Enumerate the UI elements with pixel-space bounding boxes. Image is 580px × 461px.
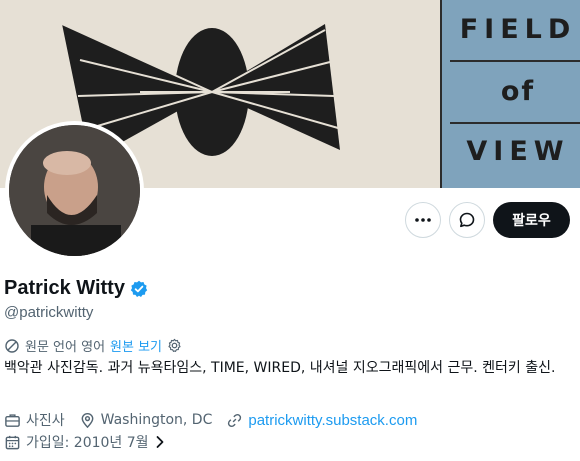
follow-button[interactable]: 팔로우	[493, 202, 570, 238]
join-date-text: 가입일: 2010년 7월	[26, 435, 149, 451]
profession-text: 사진사	[26, 413, 65, 429]
profile-handle: @patrickwitty	[4, 304, 94, 321]
view-original-link[interactable]: 원본 보기	[110, 336, 162, 355]
book-cover: FIELD of VIEW	[440, 0, 580, 188]
avatar[interactable]	[5, 121, 144, 260]
profile-name-row: Patrick Witty	[4, 277, 148, 300]
more-button[interactable]	[405, 202, 441, 238]
profile-meta: 사진사 Washington, DC patrickwitty.substack…	[4, 410, 431, 430]
profession: 사진사	[4, 410, 65, 430]
website[interactable]: patrickwitty.substack.com	[226, 412, 417, 429]
briefcase-icon	[4, 412, 21, 429]
location-pin-icon	[79, 412, 96, 429]
book-title-line2: of	[500, 76, 536, 107]
profile-bio: 백악관 사진감독. 과거 뉴욕타임스, TIME, WIRED, 내셔널 지오그…	[4, 360, 556, 376]
book-title-line1: FIELD	[459, 14, 577, 45]
settings-gear-icon[interactable]	[167, 338, 182, 353]
website-link[interactable]: patrickwitty.substack.com	[248, 412, 417, 429]
location-text: Washington, DC	[100, 412, 213, 428]
book-divider	[450, 122, 580, 124]
message-icon	[458, 211, 476, 229]
translation-source-text: 원문 언어 영어	[25, 340, 106, 355]
calendar-icon	[4, 434, 21, 451]
book-divider	[450, 60, 580, 62]
chevron-right-icon	[154, 435, 166, 449]
profile-name: Patrick Witty	[4, 277, 125, 299]
message-button[interactable]	[449, 202, 485, 238]
avatar-photo	[9, 125, 140, 256]
more-dots-icon	[414, 211, 432, 229]
verified-badge-icon[interactable]	[130, 280, 148, 298]
translation-note: 원문 언어 영어 원본 보기	[4, 336, 182, 355]
location: Washington, DC	[79, 412, 213, 429]
join-date[interactable]: 가입일: 2010년 7월	[4, 432, 166, 452]
link-icon	[226, 412, 243, 429]
translate-icon	[4, 338, 20, 354]
book-title-line3: VIEW	[466, 136, 570, 167]
